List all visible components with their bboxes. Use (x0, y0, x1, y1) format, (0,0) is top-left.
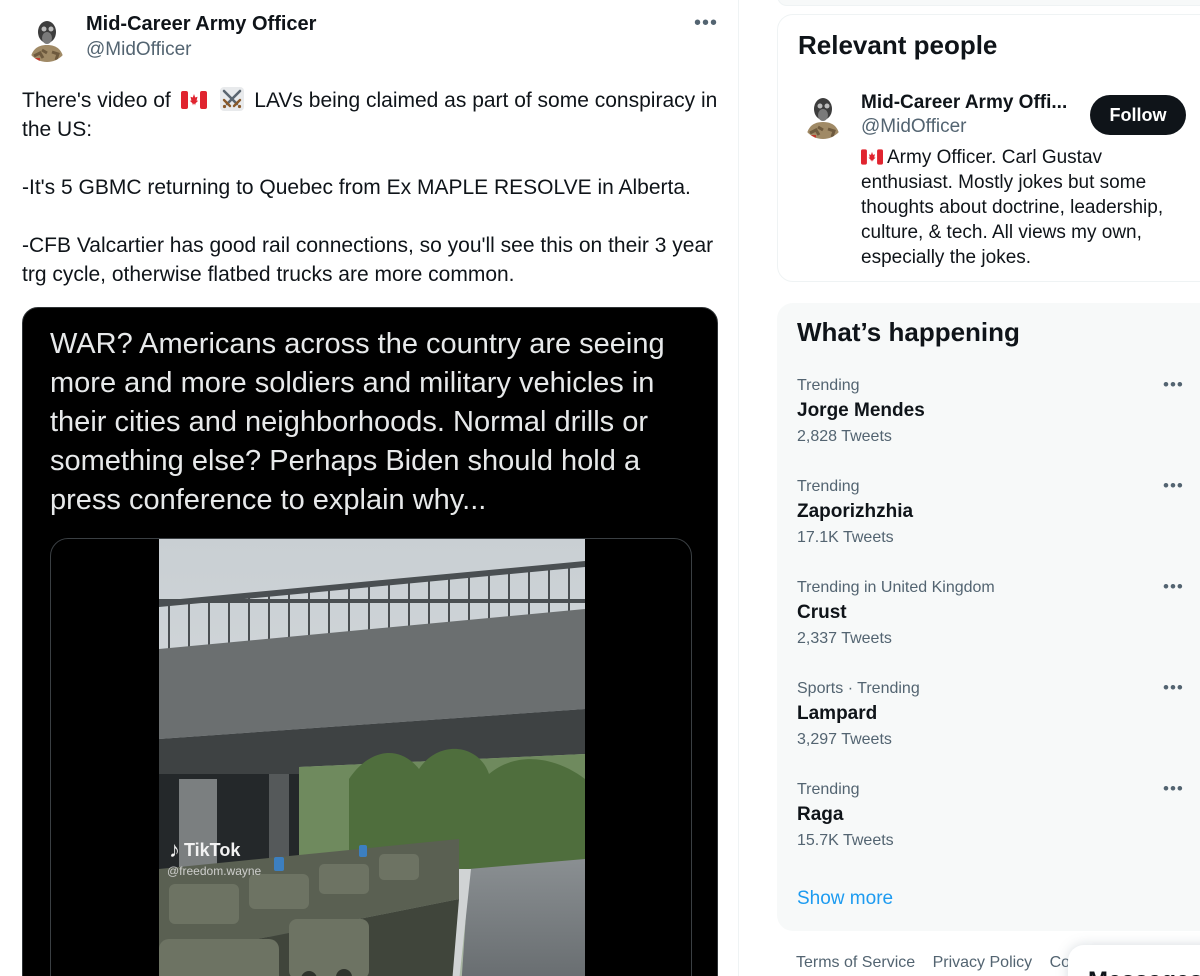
trend-more-button[interactable]: ••• (1163, 577, 1184, 597)
person-bio: Army Officer. Carl Gustav enthusiast. Mo… (861, 145, 1181, 270)
trend-count: 2,337 Tweets (797, 630, 892, 647)
tweet-column: Mid-Career Army Officer @MidOfficer ••• … (0, 0, 739, 976)
video-thumbnail (159, 539, 585, 976)
terms-link[interactable]: Terms of Service (796, 954, 915, 971)
cookie-link[interactable]: Co (1050, 954, 1070, 971)
follow-button[interactable]: Follow (1090, 95, 1186, 135)
trend-name: Zaporizhzhia (797, 501, 914, 522)
canada-flag-icon (861, 149, 883, 165)
trend-context: Sports · Trending (797, 680, 920, 697)
author-name[interactable]: Mid-Career Army Officer (86, 13, 316, 36)
quoted-media-card[interactable]: WAR? Americans across the country are se… (22, 307, 718, 976)
trend-context: Trending (797, 377, 860, 394)
show-more-link[interactable]: Show more (797, 888, 893, 910)
tweet-paragraph-3: -CFB Valcartier has good rail connection… (22, 234, 714, 286)
footer-links: Terms of Service Privacy Policy Co (796, 954, 1083, 972)
trend-item[interactable]: Sports · Trending Lampard 3,297 Tweets •… (777, 678, 1200, 781)
trend-more-button[interactable]: ••• (1163, 375, 1184, 395)
trend-name: Lampard (797, 703, 878, 724)
whats-happening-title: What’s happening (797, 317, 1020, 347)
whats-happening-card: What’s happening Trending Jorge Mendes 2… (777, 303, 1200, 931)
trend-count: 17.1K Tweets (797, 529, 894, 546)
author-avatar[interactable] (24, 12, 70, 62)
crossed-swords-icon (220, 87, 245, 111)
search-card-edge (777, 0, 1200, 6)
trend-item[interactable]: Trending Raga 15.7K Tweets ••• (777, 779, 1200, 882)
messages-drawer[interactable]: Messages (1068, 945, 1200, 976)
trend-name: Crust (797, 602, 847, 623)
author-handle[interactable]: @MidOfficer (86, 39, 192, 61)
media-caption: WAR? Americans across the country are se… (50, 328, 665, 516)
trend-more-button[interactable]: ••• (1163, 779, 1184, 799)
person-name[interactable]: Mid-Career Army Offi... (861, 92, 1067, 114)
trend-count: 3,297 Tweets (797, 731, 892, 748)
trend-name: Jorge Mendes (797, 400, 925, 421)
relevant-people-card: Relevant people Mid-Career Army Offi... … (777, 14, 1200, 282)
trend-count: 2,828 Tweets (797, 428, 892, 445)
trend-count: 15.7K Tweets (797, 832, 894, 849)
person-avatar[interactable] (800, 89, 846, 139)
tweet-paragraph-2: -It's 5 GBMC returning to Quebec from Ex… (22, 176, 691, 199)
tweet-paragraph-1: There's video of LAVs being claimed as p… (22, 86, 728, 144)
tiktok-icon: ♪ (169, 837, 180, 862)
tiktok-label: TikTok (184, 839, 241, 860)
tweet-more-button[interactable]: ••• (694, 12, 718, 35)
tiktok-watermark: ♪ TikTok (169, 837, 240, 863)
trend-context: Trending in United Kingdom (797, 579, 995, 596)
person-bio-text: Army Officer. Carl Gustav enthusiast. Mo… (861, 147, 1164, 268)
trend-context: Trending (797, 478, 860, 495)
tweet-text: There's video of LAVs being claimed as p… (22, 86, 728, 318)
video-player[interactable]: ♪ TikTok @freedom.wayne (50, 538, 692, 976)
trend-item[interactable]: Trending Zaporizhzhia 17.1K Tweets ••• (777, 476, 1200, 579)
tweet-text-start: There's video of (22, 89, 171, 112)
trend-more-button[interactable]: ••• (1163, 476, 1184, 496)
relevant-people-title: Relevant people (798, 30, 998, 60)
tiktok-username: @freedom.wayne (167, 864, 262, 878)
trend-item[interactable]: Trending Jorge Mendes 2,828 Tweets ••• (777, 375, 1200, 478)
messages-title: Messages (1088, 967, 1200, 976)
trend-item[interactable]: Trending in United Kingdom Crust 2,337 T… (777, 577, 1200, 680)
trend-more-button[interactable]: ••• (1163, 678, 1184, 698)
trend-context: Trending (797, 781, 860, 798)
trend-name: Raga (797, 804, 844, 825)
privacy-link[interactable]: Privacy Policy (933, 954, 1033, 971)
canada-flag-icon (180, 91, 207, 109)
person-handle[interactable]: @MidOfficer (861, 116, 967, 138)
